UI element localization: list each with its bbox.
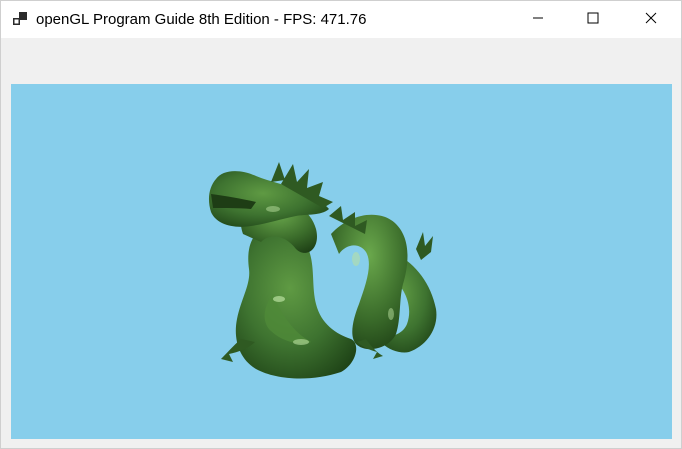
close-icon [645, 11, 657, 29]
minimize-icon [532, 11, 544, 29]
client-top-area [1, 38, 681, 82]
tail-fin [416, 232, 433, 260]
close-button[interactable] [628, 1, 674, 38]
dragon-crest [271, 162, 285, 182]
specular-highlight [293, 339, 309, 345]
app-window: openGL Program Guide 8th Edition - FPS: … [0, 0, 682, 449]
maximize-icon [587, 11, 599, 29]
app-window-icon [13, 12, 28, 26]
specular-highlight [388, 308, 394, 320]
minimize-button[interactable] [515, 1, 561, 38]
dragon-rear-body [331, 214, 408, 350]
dragon-render [208, 162, 437, 379]
maximize-button[interactable] [570, 1, 616, 38]
specular-highlight [273, 296, 285, 302]
specular-highlight [266, 206, 280, 212]
specular-highlight [352, 252, 360, 266]
title-bar[interactable]: openGL Program Guide 8th Edition - FPS: … [1, 1, 681, 38]
window-title: openGL Program Guide 8th Edition - FPS: … [36, 11, 367, 28]
opengl-viewport[interactable] [11, 84, 672, 439]
